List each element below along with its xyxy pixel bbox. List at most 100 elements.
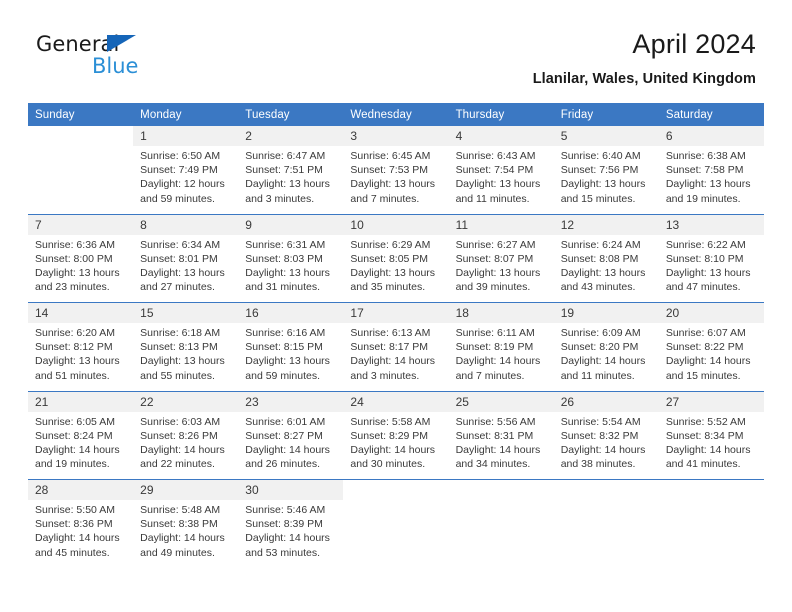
generalblue-logo: General Blue (36, 34, 216, 80)
day-detail-line: Sunset: 8:39 PM (245, 518, 323, 531)
day-number-cell[interactable]: 25 (448, 390, 554, 412)
day-detail-line: Sunset: 7:49 PM (140, 164, 218, 177)
day-detail-cell: Sunrise: 5:58 AM Sunset: 8:29 PM Daylight:… (343, 411, 449, 480)
day-number-cell[interactable]: 7 (28, 213, 134, 235)
day-number-cell[interactable]: 11 (448, 213, 554, 235)
day-number-cell[interactable]: 22 (133, 390, 239, 412)
day-number-cell[interactable]: 4 (448, 126, 554, 146)
day-detail-cell: Sunrise: 6:36 AM Sunset: 8:00 PM Daylight:… (28, 234, 134, 303)
day-detail-line: Daylight: 14 hours (140, 532, 225, 545)
day-detail-line: Sunrise: 6:20 AM (35, 327, 115, 339)
day-number-cell[interactable]: 26 (553, 390, 659, 412)
day-number-cell[interactable]: 3 (343, 126, 449, 146)
day-detail-line: and 55 minutes. (140, 369, 215, 382)
day-detail-line: Sunrise: 5:56 AM (455, 415, 536, 428)
day-detail-line: and 26 minutes. (245, 458, 320, 471)
day-number-cell[interactable]: 12 (553, 213, 659, 235)
calendar-container: Sunday Monday Tuesday Wednesday Thursday Frid… (28, 103, 764, 568)
day-detail-line: Daylight: 14 hours (35, 443, 120, 456)
day-detail-line: and 22 minutes. (140, 458, 215, 471)
day-detail-line: Sunrise: 6:16 AM (245, 327, 326, 339)
day-detail-line: and 43 minutes. (560, 281, 636, 294)
day-number-cell[interactable]: 21 (28, 390, 134, 412)
day-number-cell[interactable]: 30 (238, 479, 344, 500)
week-detail-row: Sunrise: 6:20 AM Sunset: 8:12 PM Daylight:… (28, 323, 764, 391)
day-detail-line: Sunrise: 6:13 AM (350, 327, 431, 339)
day-detail-cell: Sunrise: 6:11 AM Sunset: 8:19 PM Daylight:… (448, 323, 554, 391)
day-detail-cell: Sunrise: 6:13 AM Sunset: 8:17 PM Daylight:… (343, 323, 449, 391)
day-detail-line: Sunrise: 6:03 AM (140, 415, 221, 428)
day-detail-line: Daylight: 14 hours (455, 443, 541, 456)
day-detail-line: Daylight: 14 hours (245, 532, 330, 545)
day-number-cell[interactable]: 16 (238, 302, 344, 323)
day-detail-line: Daylight: 13 hours (245, 266, 330, 279)
weekday-header-sunday: Sunday (28, 103, 134, 126)
weekday-header-row: Sunday Monday Tuesday Wednesday Thursday Frid… (28, 103, 764, 126)
day-detail-cell: Sunrise: 6:20 AM Sunset: 8:12 PM Daylight:… (28, 323, 134, 391)
day-detail-cell: Sunrise: 5:46 AM Sunset: 8:39 PM Daylight:… (238, 500, 344, 568)
day-detail-line: and 59 minutes. (140, 192, 215, 205)
logo-text-blue: Blue (92, 54, 139, 78)
day-detail-line: Sunset: 8:05 PM (350, 252, 429, 265)
day-number-cell[interactable]: 6 (658, 126, 764, 146)
day-number-cell[interactable]: 14 (28, 302, 134, 323)
day-detail-line: Sunset: 7:53 PM (350, 164, 429, 177)
day-detail-line: Sunset: 8:15 PM (245, 341, 323, 354)
weekday-header-monday: Monday (133, 103, 239, 126)
day-detail-cell: Sunrise: 6:38 AM Sunset: 7:58 PM Daylight:… (658, 146, 764, 214)
day-detail-cell: Sunrise: 6:47 AM Sunset: 7:51 PM Daylight:… (238, 146, 344, 214)
title-block: April 2024 Llanilar, Wales, United Kingd… (533, 29, 756, 86)
week-daynumber-row: 21 22 23 24 25 26 27 (28, 390, 764, 412)
day-number-cell[interactable]: 10 (343, 213, 449, 235)
day-detail-line: Sunrise: 6:38 AM (665, 150, 746, 162)
empty-day-cell (448, 479, 554, 500)
day-detail-line: Daylight: 13 hours (35, 266, 120, 279)
day-detail-line: Sunrise: 6:47 AM (245, 150, 326, 162)
day-detail-line: and 47 minutes. (665, 281, 741, 294)
day-number-cell[interactable]: 23 (238, 390, 344, 412)
day-number-cell[interactable]: 27 (658, 390, 764, 412)
day-number-cell[interactable]: 9 (238, 213, 344, 235)
day-detail-line: Sunset: 7:56 PM (560, 164, 639, 177)
day-detail-line: and 7 minutes. (350, 192, 420, 205)
day-detail-line: and 45 minutes. (35, 546, 110, 559)
day-number-cell[interactable]: 29 (133, 479, 239, 500)
day-detail-line: Sunrise: 6:11 AM (455, 327, 535, 339)
day-detail-cell: Sunrise: 6:34 AM Sunset: 8:01 PM Daylight:… (133, 234, 239, 303)
day-detail-cell: Sunrise: 6:22 AM Sunset: 8:10 PM Daylight:… (658, 234, 764, 303)
day-detail-line: and 35 minutes. (350, 281, 426, 294)
day-detail-line: Sunrise: 5:52 AM (665, 415, 746, 428)
page-header: General Blue April 2024 Llanilar, Wales,… (0, 0, 792, 86)
day-detail-line: Sunrise: 6:31 AM (245, 238, 326, 251)
day-number-cell[interactable]: 24 (343, 390, 449, 412)
day-detail-cell: Sunrise: 6:45 AM Sunset: 7:53 PM Daylight:… (343, 146, 449, 214)
day-number-cell[interactable]: 1 (133, 126, 239, 146)
day-detail-line: Sunset: 8:29 PM (350, 429, 429, 442)
day-detail-line: Sunset: 8:20 PM (560, 341, 639, 354)
day-number-cell[interactable]: 2 (238, 126, 344, 146)
day-detail-cell: Sunrise: 6:27 AM Sunset: 8:07 PM Daylight:… (448, 234, 554, 303)
day-number-cell[interactable]: 15 (133, 302, 239, 323)
calendar-table: Sunday Monday Tuesday Wednesday Thursday Frid… (28, 103, 764, 568)
week-detail-row: Sunrise: 5:50 AM Sunset: 8:36 PM Daylight:… (28, 500, 764, 568)
day-detail-line: Sunrise: 6:50 AM (140, 150, 221, 162)
day-number-cell[interactable]: 20 (658, 302, 764, 323)
day-number-cell[interactable]: 17 (343, 302, 449, 323)
day-detail-line: Sunset: 8:34 PM (665, 429, 744, 442)
day-detail-line: Sunrise: 6:29 AM (350, 238, 431, 251)
day-number-cell[interactable]: 13 (658, 213, 764, 235)
day-detail-line: Daylight: 14 hours (350, 443, 436, 456)
day-number-cell[interactable]: 5 (553, 126, 659, 146)
day-number-cell[interactable]: 28 (28, 479, 134, 500)
day-detail-line: Sunrise: 5:50 AM (35, 504, 115, 516)
empty-day-cell (28, 126, 134, 146)
day-number-cell[interactable]: 19 (553, 302, 659, 323)
day-detail-line: Sunset: 7:54 PM (455, 164, 534, 177)
day-number-cell[interactable]: 18 (448, 302, 554, 323)
day-detail-line: Daylight: 13 hours (560, 266, 646, 279)
day-detail-line: Daylight: 13 hours (350, 266, 436, 279)
page-title: April 2024 (632, 29, 756, 59)
day-number-cell[interactable]: 8 (133, 213, 239, 235)
day-detail-line: and 53 minutes. (245, 546, 320, 559)
day-detail-line: Sunset: 8:00 PM (35, 252, 113, 265)
